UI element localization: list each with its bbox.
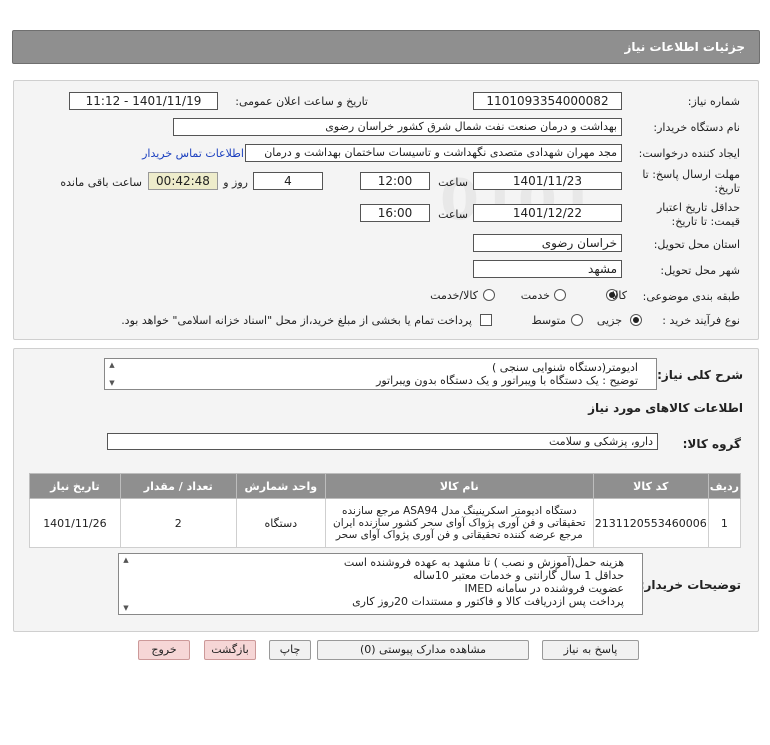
category-option-goods: کالا bbox=[612, 289, 627, 302]
process-option-minor: جزیی bbox=[596, 314, 622, 327]
note-line-2: حداقل 1 سال گارانتی و خدمات معتبر 10ساله bbox=[413, 569, 624, 582]
process-option-medium: متوسط bbox=[531, 314, 566, 327]
cell-date: 1401/11/26 bbox=[29, 498, 121, 548]
need-number-label: شماره نیاز: bbox=[687, 95, 740, 108]
note-line-1: هزینه حمل(آموزش و نصب ) تا مشهد به عهده … bbox=[343, 556, 624, 569]
note-line-4: پرداخت پس ازدریافت کالا و فاکتور و مستند… bbox=[352, 595, 624, 608]
days-field: 4 bbox=[253, 172, 323, 190]
col-name: نام کالا bbox=[324, 473, 594, 499]
table-row: 1 2131120553460006 دستگاه ادیومتر اسکرین… bbox=[29, 498, 742, 548]
page-title: جزئیات اطلاعات نیاز bbox=[624, 40, 745, 54]
announce-label: تاریخ و ساعت اعلان عمومی: bbox=[235, 95, 368, 108]
note-line-3: عضویت فروشنده در سامانه IMED bbox=[464, 582, 625, 595]
category-option-service: خدمت bbox=[520, 289, 550, 302]
goods-group-field: دارو، پزشکی و سلامت bbox=[107, 433, 658, 450]
category-radio-goods-service[interactable] bbox=[483, 289, 495, 301]
validity-label-1: حداقل تاریخ اعتبار bbox=[656, 201, 740, 214]
view-attachments-button[interactable]: مشاهده مدارک پیوستی (0) bbox=[317, 640, 529, 660]
category-label: طبقه بندی موضوعی: bbox=[642, 290, 740, 303]
cell-unit: دستگاه bbox=[235, 498, 326, 548]
summary-line-2: توضیح : یک دستگاه با ویبراتور و یک دستگا… bbox=[376, 374, 638, 387]
col-code: کد کالا bbox=[592, 473, 709, 499]
buyer-field: بهداشت و درمان صنعت نفت شمال شرق کشور خر… bbox=[173, 118, 622, 136]
deadline-date-field: 1401/11/23 bbox=[473, 172, 622, 190]
process-label: نوع فرآیند خرید : bbox=[662, 314, 740, 327]
deadline-time-label: ساعت bbox=[438, 176, 468, 189]
summary-textarea[interactable]: ادیومتر(دستگاه شنوایی سنجی ) توضیح : یک … bbox=[104, 358, 657, 390]
category-option-goods-service: کالا/خدمت bbox=[430, 289, 478, 302]
cell-name-line-3: مرجع عرضه کننده تحقیقاتی و فن آوری پژواک… bbox=[335, 529, 583, 541]
cell-index: 1 bbox=[707, 498, 742, 548]
goods-group-label: گروه کالا: bbox=[682, 437, 741, 451]
creator-field: مجد مهران شهدادی متصدی نگهداشت و تاسیسات… bbox=[245, 144, 622, 162]
exit-button[interactable]: خروج bbox=[138, 640, 190, 660]
province-label: استان محل تحویل: bbox=[653, 238, 740, 251]
respond-button[interactable]: پاسخ به نیاز bbox=[542, 640, 639, 660]
cell-name-line-2: تحقیقاتی و فن آوری پژواک آوای سحر کشور س… bbox=[333, 517, 586, 529]
remaining-label: ساعت باقی مانده bbox=[60, 176, 142, 189]
payment-note: پرداخت تمام یا بخشی از مبلغ خرید،از محل … bbox=[121, 314, 472, 327]
summary-scrollbar[interactable]: ▲ ▼ bbox=[107, 361, 117, 387]
col-date: تاریخ نیاز bbox=[29, 473, 121, 499]
deadline-time-field: 12:00 bbox=[360, 172, 430, 190]
col-qty: تعداد / مقدار bbox=[119, 473, 237, 499]
scroll-up-icon[interactable]: ▲ bbox=[121, 556, 131, 564]
buyer-notes-label: توضیحات خریدار: bbox=[639, 578, 741, 592]
need-number-field: 1101093354000082 bbox=[473, 92, 622, 110]
col-unit: واحد شمارش bbox=[235, 473, 326, 499]
validity-label-2: قیمت: تا تاریخ: bbox=[671, 215, 740, 228]
creator-label: ایجاد کننده درخواست: bbox=[638, 147, 740, 160]
cell-name-line-1: دستگاه ادیومتر اسکرینینگ مدل ASA94 مرجع … bbox=[341, 505, 577, 517]
notes-scrollbar[interactable]: ▲ ▼ bbox=[121, 556, 131, 612]
deadline-label-2: تاریخ: bbox=[714, 182, 740, 195]
validity-time-field: 16:00 bbox=[360, 204, 430, 222]
summary-line-1: ادیومتر(دستگاه شنوایی سنجی ) bbox=[492, 361, 638, 374]
process-radio-medium[interactable] bbox=[571, 314, 583, 326]
cell-name: دستگاه ادیومتر اسکرینینگ مدل ASA94 مرجع … bbox=[324, 498, 594, 548]
remaining-time-field: 00:42:48 bbox=[148, 172, 218, 190]
back-button[interactable]: بازگشت bbox=[204, 640, 256, 660]
contact-buyer-link[interactable]: اطلاعات تماس خریدار bbox=[142, 147, 244, 160]
scroll-down-icon[interactable]: ▼ bbox=[107, 379, 117, 387]
city-field: مشهد bbox=[473, 260, 622, 278]
goods-section-title: اطلاعات کالاهای مورد نیاز bbox=[588, 401, 743, 415]
cell-code: 2131120553460006 bbox=[592, 498, 709, 548]
process-radio-minor[interactable] bbox=[630, 314, 642, 326]
scroll-up-icon[interactable]: ▲ bbox=[107, 361, 117, 369]
validity-time-label: ساعت bbox=[438, 208, 468, 221]
buyer-notes-textarea[interactable]: هزینه حمل(آموزش و نصب ) تا مشهد به عهده … bbox=[118, 553, 643, 615]
treasury-checkbox[interactable] bbox=[480, 314, 492, 326]
col-index: ردیف bbox=[707, 473, 742, 499]
page-header: جزئیات اطلاعات نیاز bbox=[12, 30, 760, 64]
goods-table: ردیف کد کالا نام کالا واحد شمارش تعداد /… bbox=[29, 473, 742, 548]
validity-date-field: 1401/12/22 bbox=[473, 204, 622, 222]
category-radio-service[interactable] bbox=[554, 289, 566, 301]
print-button[interactable]: چاپ bbox=[269, 640, 311, 660]
announce-field: 1401/11/19 - 11:12 bbox=[69, 92, 218, 110]
cell-qty: 2 bbox=[119, 498, 237, 548]
days-label: روز و bbox=[223, 176, 248, 189]
city-label: شهر محل تحویل: bbox=[660, 264, 740, 277]
summary-label: شرح کلی نیاز: bbox=[657, 368, 743, 382]
province-field: خراسان رضوی bbox=[473, 234, 622, 252]
deadline-label-1: مهلت ارسال پاسخ: تا bbox=[642, 168, 740, 181]
scroll-down-icon[interactable]: ▼ bbox=[121, 604, 131, 612]
buyer-label: نام دستگاه خریدار: bbox=[653, 121, 740, 134]
